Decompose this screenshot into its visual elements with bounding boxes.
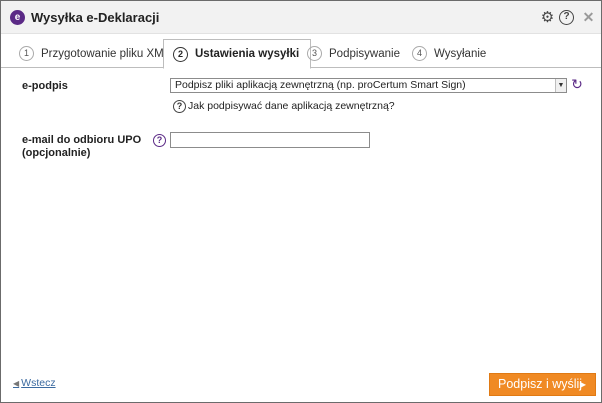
tab-label: Wysyłanie: [434, 47, 487, 60]
gear-icon[interactable]: ⚙: [540, 10, 555, 25]
title-bar: e Wysyłka e-Deklaracji ⚙ ? ✕: [1, 1, 601, 34]
app-logo-icon: e: [10, 10, 25, 25]
tab-label: Przygotowanie pliku XML: [41, 47, 171, 60]
refresh-icon[interactable]: ↻: [570, 76, 584, 92]
window-title: Wysyłka e-Deklaracji: [31, 10, 160, 25]
epodpis-label: e-podpis: [22, 80, 68, 92]
tab-number: 1: [19, 46, 34, 61]
tab-label: Ustawienia wysyłki: [195, 48, 300, 60]
tab-podpisywanie[interactable]: 3 Podpisywanie: [307, 39, 400, 68]
help-icon[interactable]: ?: [559, 10, 574, 25]
wizard-tabs: 1 Przygotowanie pliku XML 2 Ustawienia w…: [1, 34, 601, 69]
tab-number: 4: [412, 46, 427, 61]
epodpis-select[interactable]: Podpisz pliki aplikacją zewnętrzną (np. …: [170, 78, 567, 93]
email-help-icon[interactable]: ?: [153, 134, 166, 147]
tab-przygotowanie[interactable]: 1 Przygotowanie pliku XML: [19, 39, 170, 68]
chevron-left-icon: ◀: [13, 378, 20, 388]
back-link-label: Wstecz: [21, 377, 56, 389]
tab-ustawienia[interactable]: 2 Ustawienia wysyłki: [163, 39, 312, 69]
chevron-down-icon[interactable]: ▼: [555, 79, 566, 92]
tab-wysylanie[interactable]: 4 Wysyłanie: [412, 39, 486, 68]
email-field[interactable]: [170, 132, 370, 148]
tab-number: 3: [307, 46, 322, 61]
tab-label: Podpisywanie: [329, 47, 400, 60]
play-arrow-icon: ▶: [579, 380, 586, 389]
tab-number: 2: [173, 46, 188, 62]
help-icon[interactable]: ?: [173, 100, 186, 113]
sign-and-send-button[interactable]: Podpisz i wyślij ▶: [489, 373, 596, 396]
epodpis-select-value: Podpisz pliki aplikacją zewnętrzną (np. …: [175, 79, 466, 91]
email-label-line1: e-mail do odbioru UPO: [22, 134, 142, 146]
epodpis-help-link[interactable]: Jak podpisywać dane aplikacją zewnętrzną…: [188, 100, 395, 112]
email-label-line2: (opcjonalnie): [22, 147, 91, 159]
sign-and-send-label: Podpisz i wyślij: [498, 377, 583, 391]
back-link[interactable]: ◀ Wstecz: [13, 377, 56, 389]
dialog-window: e Wysyłka e-Deklaracji ⚙ ? ✕ 1 Przygotow…: [0, 0, 602, 403]
email-label: e-mail do odbioru UPO (opcjonalnie): [22, 134, 141, 160]
close-icon[interactable]: ✕: [581, 10, 596, 25]
